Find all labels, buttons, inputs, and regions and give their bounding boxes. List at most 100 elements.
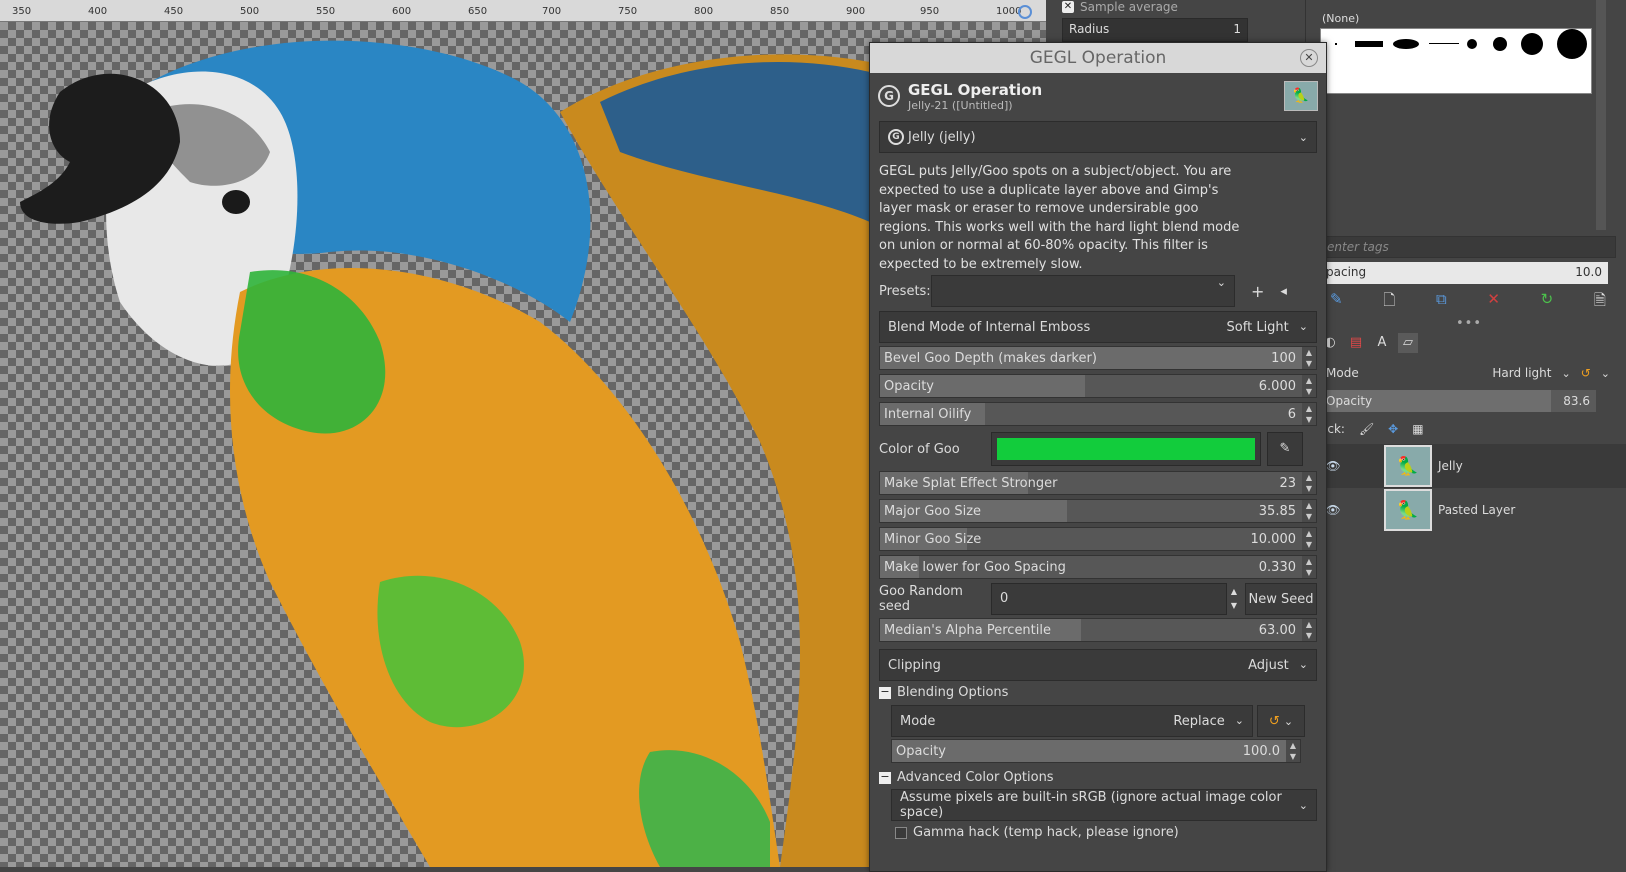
- brush-round-large[interactable]: [1521, 33, 1543, 55]
- spin-arrows-icon[interactable]: ▲ ▼: [1302, 375, 1316, 397]
- dialog-titlebar[interactable]: GEGL Operation ✕: [870, 43, 1326, 73]
- seed-input[interactable]: 0: [991, 583, 1227, 615]
- refresh-brushes-icon[interactable]: ↻: [1541, 290, 1554, 312]
- brush-line[interactable]: [1429, 43, 1459, 44]
- chevron-down-icon[interactable]: ⌄: [1562, 367, 1571, 380]
- open-brush-icon[interactable]: 🗎: [1594, 290, 1606, 312]
- color-swatch: [997, 438, 1255, 460]
- color-button[interactable]: [991, 432, 1261, 466]
- opacity-slider[interactable]: Opacity 6.000 ▲ ▼: [879, 374, 1317, 398]
- spin-arrows-icon[interactable]: ▲ ▼: [1302, 403, 1316, 425]
- ruler-tick: 800: [694, 6, 714, 17]
- ruler-tick: 850: [770, 6, 790, 17]
- slider-value: 6.000: [1258, 378, 1296, 394]
- slider-value: 100.0: [1242, 743, 1280, 759]
- spin-arrows-icon[interactable]: ▲ ▼: [1302, 347, 1316, 369]
- slider-label: Minor Goo Size: [884, 531, 982, 547]
- dialog-header: G GEGL Operation Jelly-21 ([Untitled]) 🦜: [870, 73, 1326, 119]
- layer-mode-value[interactable]: Hard light: [1492, 366, 1551, 380]
- brush-scrollbar[interactable]: [1596, 0, 1606, 230]
- spin-arrows-icon[interactable]: ▲ ▼: [1302, 500, 1316, 522]
- brush-none-label: (None): [1322, 12, 1360, 25]
- spin-arrows-icon[interactable]: ▲ ▼: [1302, 556, 1316, 578]
- slider-label: Opacity: [896, 743, 947, 759]
- lock-pixels-icon[interactable]: 🖌: [1359, 422, 1374, 436]
- blend-emboss-combo[interactable]: Blend Mode of Internal Emboss Soft Light…: [879, 311, 1317, 343]
- brush-grid[interactable]: [1320, 28, 1592, 94]
- ruler-tick: 650: [468, 6, 488, 17]
- slider-label: Bevel Goo Depth (makes darker): [884, 350, 1097, 366]
- tags-input[interactable]: enter tags: [1320, 236, 1616, 258]
- layer-mode-row[interactable]: Mode Hard light ⌄ ↺ ⌄: [1320, 362, 1616, 384]
- gegl-icon: G: [878, 85, 900, 107]
- blend-mode-combo[interactable]: Mode Replace ⌄: [891, 705, 1253, 737]
- clipping-combo[interactable]: Clipping Adjust ⌄: [879, 649, 1317, 681]
- presets-combo[interactable]: ⌄: [931, 275, 1235, 307]
- advanced-color-expander[interactable]: − Advanced Color Options: [879, 770, 1054, 785]
- lock-position-icon[interactable]: ✥: [1388, 422, 1398, 436]
- bevel-goo-depth-slider[interactable]: Bevel Goo Depth (makes darker) 100 ▲ ▼: [879, 346, 1317, 370]
- spin-arrows-icon[interactable]: ▲ ▼: [1302, 528, 1316, 550]
- brush-round-medium[interactable]: [1493, 37, 1507, 51]
- brush-pixel[interactable]: [1335, 43, 1337, 45]
- color-picker-icon[interactable]: ✎: [1267, 432, 1303, 466]
- internal-oilify-slider[interactable]: Internal Oilify 6 ▲ ▼: [879, 402, 1317, 426]
- mode-reset-button[interactable]: ↺ ⌄: [1257, 705, 1305, 737]
- splat-effect-slider[interactable]: Make Splat Effect Stronger 23 ▲ ▼: [879, 471, 1317, 495]
- chevron-down-icon: ⌄: [1298, 130, 1308, 144]
- new-brush-icon[interactable]: 🗋: [1383, 290, 1395, 312]
- slider-value: 0.330: [1258, 559, 1296, 575]
- sample-average-row[interactable]: ✕ Sample average: [1062, 0, 1178, 14]
- edit-brush-icon[interactable]: ✎: [1330, 290, 1343, 312]
- gegl-icon: G: [888, 129, 904, 145]
- panel-dots-icon[interactable]: •••: [1456, 316, 1482, 331]
- slider-fill: [892, 740, 1300, 762]
- dialog-window-title: GEGL Operation: [1029, 48, 1167, 68]
- ruler-tick: 400: [88, 6, 108, 17]
- blend-opacity-slider[interactable]: Opacity 100.0 ▲ ▼: [891, 739, 1301, 763]
- brush-round-xlarge[interactable]: [1557, 29, 1587, 59]
- add-preset-icon[interactable]: +: [1251, 282, 1264, 301]
- goo-spacing-slider[interactable]: Make lower for Goo Spacing 0.330 ▲ ▼: [879, 555, 1317, 579]
- spin-arrows-icon[interactable]: ▲ ▼: [1302, 619, 1316, 641]
- layer-opacity-slider[interactable]: Opacity 83.6: [1320, 390, 1596, 412]
- minor-goo-size-slider[interactable]: Minor Goo Size 10.000 ▲ ▼: [879, 527, 1317, 551]
- blending-options-expander[interactable]: − Blending Options: [879, 685, 1008, 700]
- close-icon[interactable]: ✕: [1300, 49, 1318, 67]
- layer-row-jelly[interactable]: 👁 🦜 Jelly: [1320, 444, 1626, 488]
- collapse-icon[interactable]: −: [879, 771, 891, 784]
- spin-arrows-icon[interactable]: ▲ ▼: [1286, 740, 1300, 762]
- checkbox-icon[interactable]: ✕: [1062, 1, 1074, 13]
- checkbox[interactable]: [895, 826, 907, 839]
- operation-combo[interactable]: G Jelly (jelly) ⌄: [879, 121, 1317, 153]
- chevron-down-icon[interactable]: ⌄: [1601, 367, 1610, 380]
- navigate-icon[interactable]: [1018, 5, 1032, 19]
- radius-spinner[interactable]: Radius 1: [1062, 18, 1248, 42]
- median-alpha-slider[interactable]: Median's Alpha Percentile 63.00 ▲ ▼: [879, 618, 1317, 642]
- spin-arrows-icon[interactable]: ▲ ▼: [1227, 585, 1241, 613]
- image-thumbnail: 🦜: [1284, 81, 1318, 111]
- brush-ellipse[interactable]: [1393, 39, 1419, 49]
- layer-opacity-value: 83.6: [1563, 394, 1590, 408]
- reset-icon[interactable]: ↺: [1581, 366, 1591, 380]
- lock-alpha-icon[interactable]: ▦: [1412, 422, 1423, 436]
- layer-row-pasted[interactable]: 👁 🦜 Pasted Layer: [1320, 488, 1626, 532]
- radius-value: 1: [1233, 22, 1241, 36]
- spin-arrows-icon[interactable]: ▲ ▼: [1302, 472, 1316, 494]
- color-space-combo[interactable]: Assume pixels are built-in sRGB (ignore …: [891, 789, 1317, 821]
- delete-brush-icon[interactable]: ✕: [1487, 290, 1500, 312]
- slider-label: Median's Alpha Percentile: [884, 622, 1051, 638]
- major-goo-size-slider[interactable]: Major Goo Size 35.85 ▲ ▼: [879, 499, 1317, 523]
- spacing-slider[interactable]: pacing 10.0: [1320, 262, 1608, 284]
- spacing-label: pacing: [1326, 265, 1367, 279]
- collapse-icon[interactable]: −: [879, 686, 891, 699]
- preset-menu-icon[interactable]: ◂: [1280, 284, 1287, 299]
- fonts-tab-icon[interactable]: A: [1372, 333, 1392, 353]
- gradient-tab-icon[interactable]: ▤: [1346, 333, 1366, 353]
- layers-tab-icon[interactable]: ▱: [1398, 333, 1418, 353]
- gamma-hack-row[interactable]: Gamma hack (temp hack, please ignore): [895, 825, 1179, 840]
- brush-block[interactable]: [1355, 41, 1383, 47]
- new-seed-button[interactable]: New Seed: [1245, 583, 1317, 615]
- brush-round-small[interactable]: [1467, 39, 1477, 49]
- duplicate-brush-icon[interactable]: ⧉: [1436, 290, 1447, 312]
